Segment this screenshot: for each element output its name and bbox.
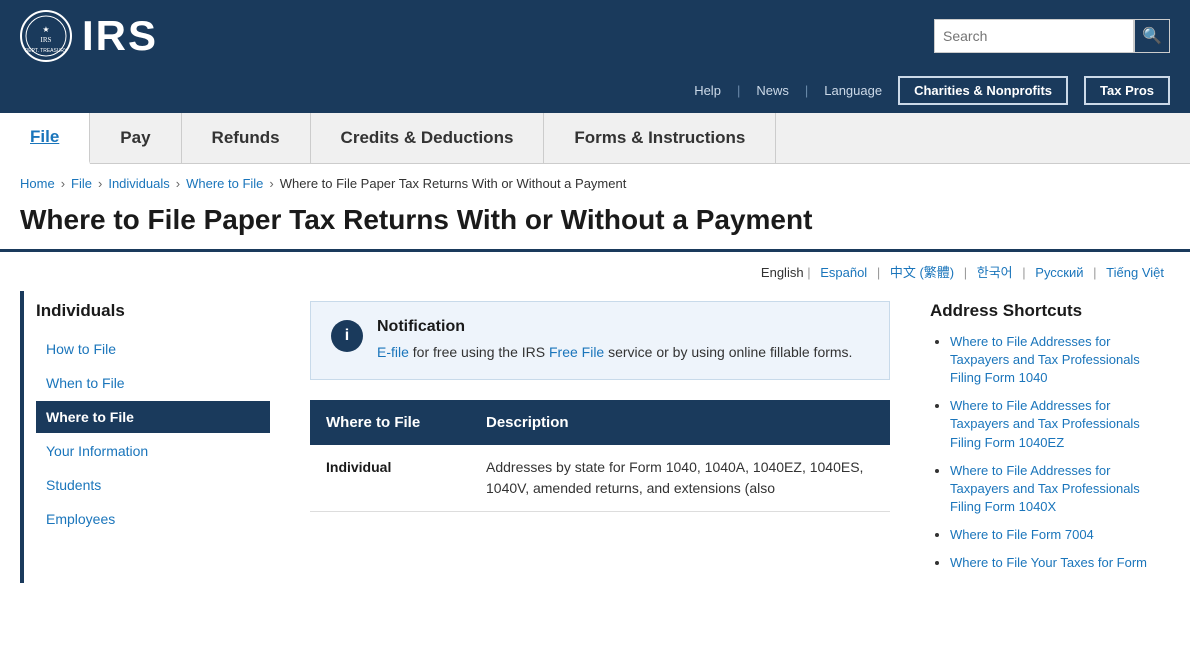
table-cell-col2: Addresses by state for Form 1040, 1040A,… xyxy=(470,445,890,512)
list-item: Where to File Form 7004 xyxy=(950,526,1170,544)
page-title-area: Where to File Paper Tax Returns With or … xyxy=(0,197,1190,252)
lang-vietnamese[interactable]: Tiếng Việt xyxy=(1106,265,1164,280)
lang-chinese[interactable]: 中文 (繁體) xyxy=(890,265,954,280)
notification-body: Notification E-file for free using the I… xyxy=(377,318,852,363)
lang-english: English xyxy=(761,265,804,280)
list-item: Where to File Addresses for Taxpayers an… xyxy=(950,397,1170,452)
sidebar-link-where-to-file[interactable]: Where to File xyxy=(36,401,270,433)
breadcrumb-where-to-file[interactable]: Where to File xyxy=(186,176,263,191)
breadcrumb-sep-1: › xyxy=(61,176,65,191)
shortcuts-title: Address Shortcuts xyxy=(930,301,1170,321)
efile-link[interactable]: E-file xyxy=(377,344,409,360)
list-item: Where to File Your Taxes for Form xyxy=(950,554,1170,572)
nav-separator-1: | xyxy=(737,83,740,98)
table-cell-col1: Individual xyxy=(310,445,470,512)
secondary-nav: Help | News | Language Charities & Nonpr… xyxy=(0,72,1190,113)
sidebar-link-employees[interactable]: Employees xyxy=(36,503,270,535)
breadcrumb: Home › File › Individuals › Where to Fil… xyxy=(20,176,1170,191)
sidebar-link-students[interactable]: Students xyxy=(36,469,270,501)
svg-text:IRS: IRS xyxy=(41,36,52,44)
search-button[interactable]: 🔍 xyxy=(1134,19,1170,53)
search-area: 🔍 xyxy=(934,19,1170,53)
nav-separator-2: | xyxy=(805,83,808,98)
free-file-link[interactable]: Free File xyxy=(549,344,604,360)
notification-text: E-file for free using the IRS Free File … xyxy=(377,342,852,363)
nav-credits[interactable]: Credits & Deductions xyxy=(311,113,545,163)
shortcut-link-1040x[interactable]: Where to File Addresses for Taxpayers an… xyxy=(950,463,1140,514)
page-title: Where to File Paper Tax Returns With or … xyxy=(20,203,1170,237)
charities-btn[interactable]: Charities & Nonprofits xyxy=(898,76,1068,105)
nav-refunds[interactable]: Refunds xyxy=(182,113,311,163)
language-selector[interactable]: Language xyxy=(824,83,882,98)
irs-logo-text: IRS xyxy=(82,15,158,57)
right-sidebar: Address Shortcuts Where to File Addresse… xyxy=(910,291,1170,583)
breadcrumb-sep-3: › xyxy=(176,176,180,191)
notification-title: Notification xyxy=(377,318,852,336)
list-item: Where to File Addresses for Taxpayers an… xyxy=(950,462,1170,517)
content-layout: Individuals How to File When to File Whe… xyxy=(0,291,1190,583)
lang-bar: English | Español | 中文 (繁體) | 한국어 | Русс… xyxy=(0,252,1190,291)
svg-text:DEPT. TREASURY: DEPT. TREASURY xyxy=(25,48,68,54)
list-item: Where to File Addresses for Taxpayers an… xyxy=(950,333,1170,388)
breadcrumb-sep-2: › xyxy=(98,176,102,191)
breadcrumb-sep-4: › xyxy=(269,176,273,191)
nav-file[interactable]: File xyxy=(0,113,90,164)
file-table: Where to File Description Individual Add… xyxy=(310,400,890,512)
sidebar-link-how-to-file[interactable]: How to File xyxy=(36,333,270,365)
logo-area: ★ IRS DEPT. TREASURY IRS xyxy=(20,10,158,62)
shortcut-list: Where to File Addresses for Taxpayers an… xyxy=(930,333,1170,573)
breadcrumb-area: Home › File › Individuals › Where to Fil… xyxy=(0,164,1190,197)
lang-russian[interactable]: Русский xyxy=(1035,265,1083,280)
notification-icon: i xyxy=(331,320,363,352)
nav-pay[interactable]: Pay xyxy=(90,113,181,163)
help-link[interactable]: Help xyxy=(694,83,721,98)
breadcrumb-current: Where to File Paper Tax Returns With or … xyxy=(280,176,627,191)
breadcrumb-file[interactable]: File xyxy=(71,176,92,191)
top-header: ★ IRS DEPT. TREASURY IRS 🔍 xyxy=(0,0,1190,72)
breadcrumb-individuals[interactable]: Individuals xyxy=(108,176,169,191)
shortcut-link-7004[interactable]: Where to File Form 7004 xyxy=(950,527,1094,542)
table-header-row: Where to File Description xyxy=(310,400,890,445)
svg-text:★: ★ xyxy=(42,25,49,34)
lang-korean[interactable]: 한국어 xyxy=(977,265,1013,280)
irs-seal-icon: ★ IRS DEPT. TREASURY xyxy=(20,10,72,62)
table-row: Individual Addresses by state for Form 1… xyxy=(310,445,890,512)
shortcut-link-1040ez[interactable]: Where to File Addresses for Taxpayers an… xyxy=(950,398,1140,449)
table-col2-header: Description xyxy=(470,400,890,445)
table-col1-header: Where to File xyxy=(310,400,470,445)
left-sidebar: Individuals How to File When to File Whe… xyxy=(20,291,290,583)
news-link[interactable]: News xyxy=(756,83,789,98)
sidebar-link-your-information[interactable]: Your Information xyxy=(36,435,270,467)
lang-espanol[interactable]: Español xyxy=(820,265,867,280)
breadcrumb-home[interactable]: Home xyxy=(20,176,55,191)
shortcut-link-taxes-form[interactable]: Where to File Your Taxes for Form xyxy=(950,555,1147,570)
taxpros-btn[interactable]: Tax Pros xyxy=(1084,76,1170,105)
sidebar-link-when-to-file[interactable]: When to File xyxy=(36,367,270,399)
shortcut-link-1040[interactable]: Where to File Addresses for Taxpayers an… xyxy=(950,334,1140,385)
main-nav: File Pay Refunds Credits & Deductions Fo… xyxy=(0,113,1190,164)
sidebar-section-title: Individuals xyxy=(36,301,270,321)
search-input[interactable] xyxy=(934,19,1134,53)
notification-box: i Notification E-file for free using the… xyxy=(310,301,890,380)
nav-forms[interactable]: Forms & Instructions xyxy=(544,113,776,163)
main-content: i Notification E-file for free using the… xyxy=(290,291,910,583)
